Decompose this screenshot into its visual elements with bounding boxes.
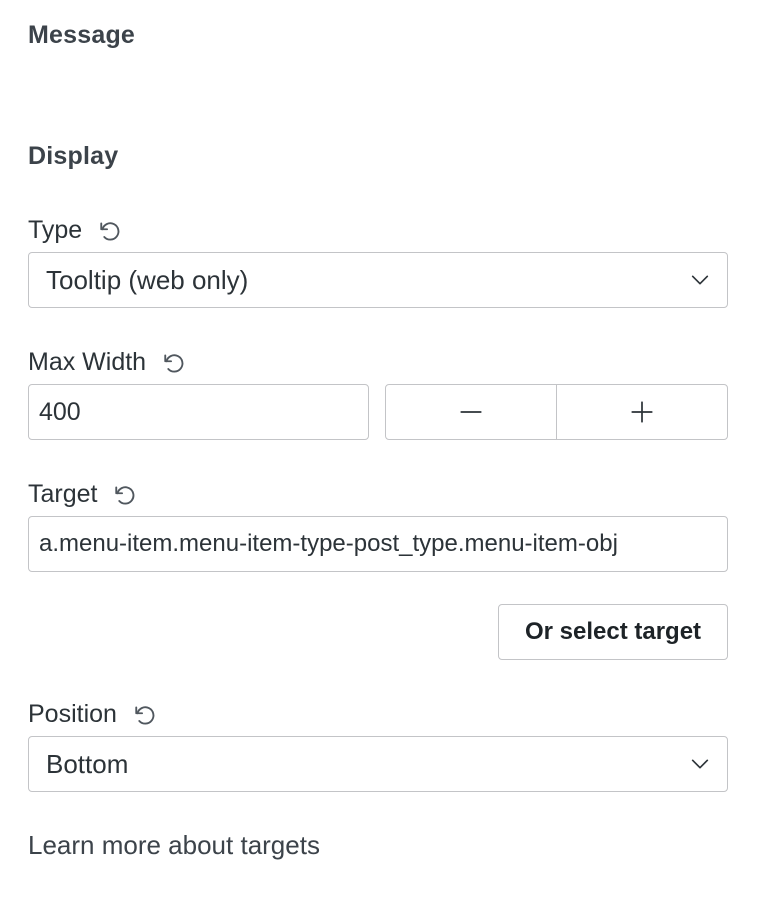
type-reset-icon[interactable] <box>96 217 124 245</box>
position-label-row: Position <box>28 700 159 729</box>
max-width-stepper <box>385 384 728 440</box>
type-label-row: Type <box>28 216 124 245</box>
plus-icon <box>631 401 653 423</box>
message-section-title: Message <box>28 21 136 49</box>
max-width-label: Max Width <box>28 348 147 376</box>
type-select-value: Tooltip (web only) <box>46 264 249 295</box>
target-input[interactable] <box>28 516 728 572</box>
decrement-button[interactable] <box>386 385 556 439</box>
target-label-row: Target <box>28 480 139 509</box>
position-label: Position <box>28 700 117 728</box>
learn-more-targets-link[interactable]: Learn more about targets <box>28 830 320 861</box>
position-reset-icon[interactable] <box>131 701 159 729</box>
target-label: Target <box>28 480 98 508</box>
chevron-down-icon <box>691 759 709 769</box>
max-width-input[interactable] <box>28 384 369 440</box>
target-reset-icon[interactable] <box>111 481 139 509</box>
display-section-title: Display <box>28 142 119 170</box>
position-select-value: Bottom <box>46 748 129 779</box>
position-select[interactable]: Bottom <box>28 736 728 792</box>
type-label: Type <box>28 216 83 244</box>
select-target-button[interactable]: Or select target <box>498 604 728 660</box>
max-width-reset-icon[interactable] <box>160 349 188 377</box>
chevron-down-icon <box>691 275 709 285</box>
minus-icon <box>460 411 482 413</box>
increment-button[interactable] <box>556 385 727 439</box>
type-select[interactable]: Tooltip (web only) <box>28 252 728 308</box>
max-width-label-row: Max Width <box>28 348 188 377</box>
